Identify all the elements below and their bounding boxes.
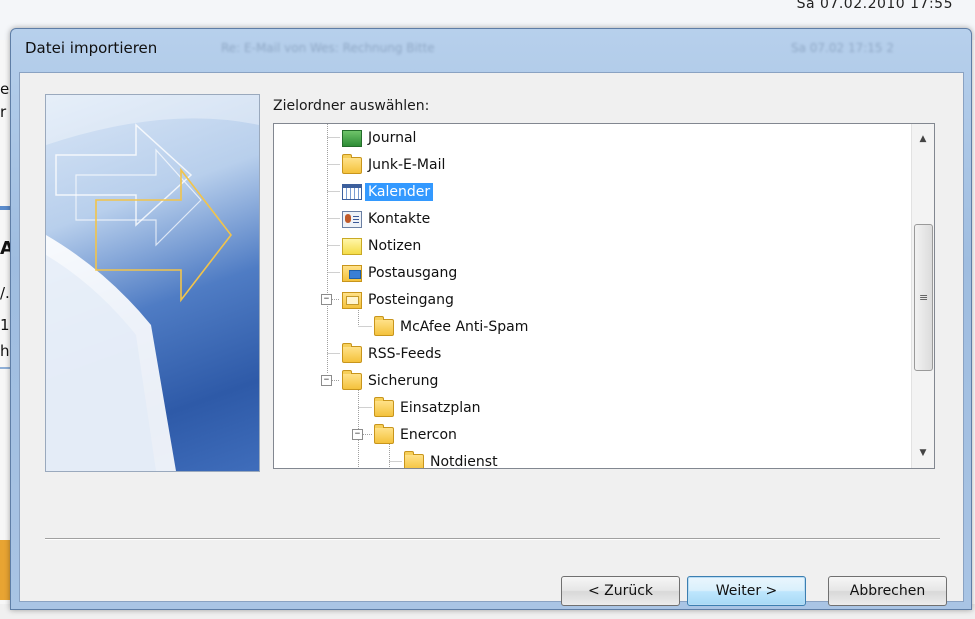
tree-item-enercon[interactable]: Enercon <box>374 423 460 446</box>
tree-item-posteingang[interactable]: Posteingang <box>342 289 457 311</box>
tree-item-label: Junk-E-Mail <box>368 157 446 173</box>
cancel-button[interactable]: Abbrechen <box>828 576 947 606</box>
tree-item-label: Enercon <box>400 427 457 443</box>
expand-collapse-toggle[interactable]: − <box>321 294 332 305</box>
outbox-icon <box>342 264 362 282</box>
contacts-icon <box>342 210 362 228</box>
next-button[interactable]: Weiter > <box>687 576 806 606</box>
scroll-up-arrow-icon[interactable]: ▲ <box>912 128 934 150</box>
tree-item-label: Journal <box>368 130 417 146</box>
tree-item-label: Kalender <box>365 183 434 201</box>
folder-icon <box>374 423 394 444</box>
tree-item-postausgang[interactable]: Postausgang <box>342 262 460 284</box>
target-folder-prompt: Zielordner auswählen: <box>273 98 430 114</box>
tree-item-einsatzplan[interactable]: Einsatzplan <box>374 396 484 419</box>
inbox-icon <box>342 291 362 309</box>
expand-collapse-toggle[interactable]: − <box>321 375 332 386</box>
calendar-icon <box>342 184 362 200</box>
background-datetime: Sa 07.02.2010 17:55 <box>796 0 953 12</box>
notes-icon <box>342 237 362 255</box>
title-ghost-text: Sa 07.02 17:15 2 <box>791 41 894 55</box>
tree-item-journal[interactable]: Journal <box>342 127 419 149</box>
tree-item-label: Einsatzplan <box>400 400 481 416</box>
folder-icon <box>342 153 362 174</box>
tree-item-label: RSS-Feeds <box>368 346 442 362</box>
tree-item-junk-email[interactable]: Junk-E-Mail <box>342 153 448 176</box>
tree-item-label: Sicherung <box>368 373 439 389</box>
background-fragment: r <box>0 103 7 121</box>
separator-line <box>45 538 940 540</box>
tree-item-kalender[interactable]: Kalender <box>342 181 434 203</box>
folder-tree[interactable]: − − − Journal Junk-E-Mail Kalender Konta… <box>273 123 935 469</box>
back-button[interactable]: < Zurück <box>561 576 680 606</box>
tree-item-notdienst[interactable]: Notdienst <box>404 450 501 469</box>
background-fragment: e <box>0 80 10 98</box>
background-fragment: /. <box>0 284 10 302</box>
scrollbar-thumb[interactable]: ≡ <box>914 224 933 371</box>
tree-item-label: Notdienst <box>430 454 498 469</box>
expand-collapse-toggle[interactable]: − <box>352 429 363 440</box>
folder-icon <box>374 396 394 417</box>
journal-icon <box>342 129 362 147</box>
dialog-client-area: Zielordner auswählen: − − − Journal Junk… <box>19 72 964 606</box>
tree-item-label: Notizen <box>368 238 422 254</box>
folder-icon <box>342 342 362 363</box>
tree-item-label: McAfee Anti-Spam <box>400 319 529 335</box>
tree-item-kontakte[interactable]: Kontakte <box>342 208 433 230</box>
folder-icon <box>374 315 394 336</box>
background-fragment: 1 <box>0 316 10 334</box>
folder-icon <box>342 369 362 390</box>
vertical-scrollbar[interactable]: ▲ ≡ ▼ <box>911 124 934 468</box>
title-ghost-text: Re: E-Mail von Wes: Rechnung Bitte <box>221 41 435 55</box>
title-bar[interactable]: Datei importieren Re: E-Mail von Wes: Re… <box>11 29 971 71</box>
tree-item-rss-feeds[interactable]: RSS-Feeds <box>342 342 444 365</box>
tree-item-notizen[interactable]: Notizen <box>342 235 424 257</box>
import-dialog: Datei importieren Re: E-Mail von Wes: Re… <box>10 28 972 610</box>
folder-icon <box>404 450 424 468</box>
wizard-arrows-icon <box>46 95 259 471</box>
tree-item-label: Posteingang <box>368 292 454 308</box>
tree-item-sicherung[interactable]: Sicherung <box>342 369 441 392</box>
scrollbar-grip-icon: ≡ <box>919 291 929 304</box>
dialog-title: Datei importieren <box>25 39 158 57</box>
tree-item-label: Postausgang <box>368 265 458 281</box>
scroll-down-arrow-icon[interactable]: ▼ <box>912 442 934 464</box>
tree-item-mcafee-anti-spam[interactable]: McAfee Anti-Spam <box>374 315 531 338</box>
background-fragment: h <box>0 342 10 360</box>
tree-item-label: Kontakte <box>368 211 431 227</box>
wizard-graphic <box>45 94 260 472</box>
